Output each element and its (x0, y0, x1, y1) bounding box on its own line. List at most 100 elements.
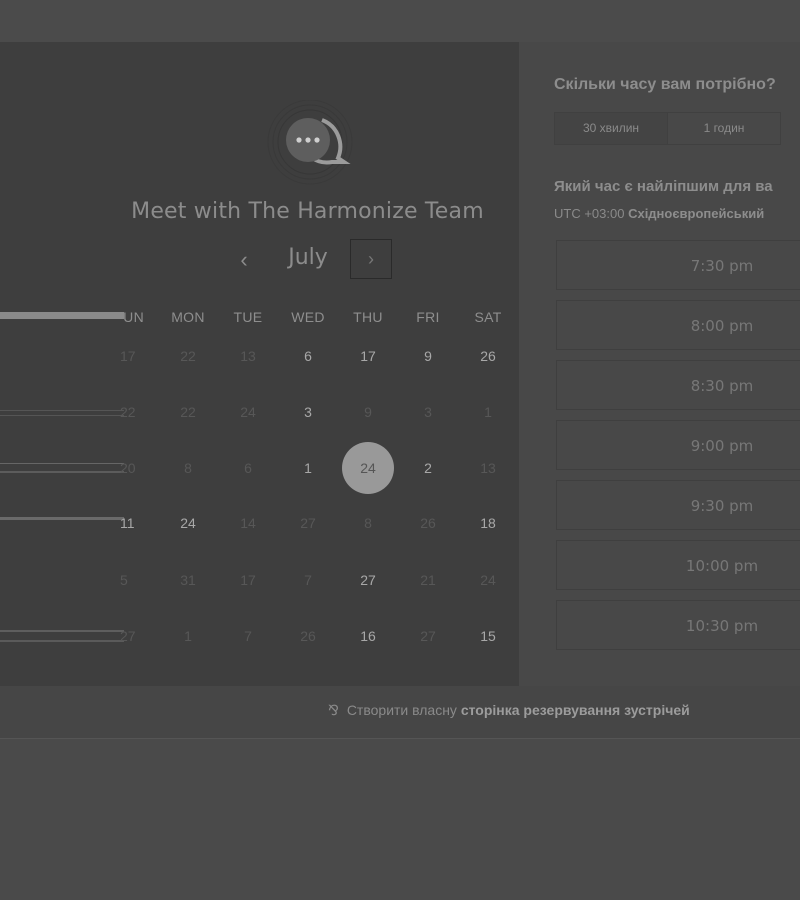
calendar-day-number: 22 (180, 348, 196, 364)
calendar-day-number: 21 (420, 572, 436, 588)
month-label: July (288, 245, 328, 270)
calendar-day: 5 (98, 552, 158, 608)
calendar-day-number: 22 (120, 404, 136, 420)
link-bold: сторінка резервування зустрічей (460, 702, 690, 718)
calendar-day-number: 7 (304, 572, 312, 588)
calendar-day[interactable]: 6 (278, 328, 338, 384)
chat-bubble-dots-icon (267, 100, 353, 185)
calendar-day: 9 (338, 384, 398, 440)
calendar-day[interactable]: 24 (158, 495, 218, 551)
calendar-day-number: 27 (300, 515, 316, 531)
calendar-day: 22 (158, 384, 218, 440)
calendar-day: 22 (158, 328, 218, 384)
calendar-day-selected[interactable]: 24 (338, 440, 398, 496)
calendar-day[interactable]: 1 (278, 440, 338, 496)
calendar-day-number: 27 (120, 628, 136, 644)
duration-option-30min[interactable]: 30 хвилин (555, 113, 668, 144)
calendar-day-number: 6 (304, 348, 312, 364)
time-slot-button[interactable]: 8:30 pm (556, 360, 800, 410)
weekday-header: UN MON TUE WED THU FRI SAT (98, 309, 518, 329)
time-slot-label: 9:00 pm (690, 437, 754, 455)
calendar-day: 17 (98, 328, 158, 384)
time-slot-button[interactable]: 8:00 pm (556, 300, 800, 350)
calendar-day[interactable]: 9 (398, 328, 458, 384)
calendar-day-number: 6 (244, 460, 252, 476)
calendar-day-number: 17 (360, 348, 376, 364)
time-slot-button[interactable]: 9:00 pm (556, 420, 800, 470)
calendar-day-number: 24 (342, 442, 394, 494)
calendar-day-number: 9 (364, 404, 372, 420)
calendar-day: 27 (278, 495, 338, 551)
calendar-day: 13 (218, 328, 278, 384)
calendar-day[interactable]: 2 (398, 440, 458, 496)
calendar-day[interactable]: 17 (338, 328, 398, 384)
calendar-day: 8 (158, 440, 218, 496)
calendar-day: 3 (398, 384, 458, 440)
weekday-label: SAT (474, 309, 502, 325)
calendar-day[interactable]: 26 (458, 328, 518, 384)
calendar-day: 7 (278, 552, 338, 608)
time-slot-button[interactable]: 7:30 pm (556, 240, 800, 290)
calendar-day-number: 13 (240, 348, 256, 364)
calendar-day: 24 (218, 384, 278, 440)
weekday-label: UN (123, 309, 144, 325)
calendar-day[interactable]: 18 (458, 495, 518, 551)
time-slot-label: 10:00 pm (685, 557, 759, 575)
calendar-day-number: 5 (120, 572, 128, 588)
calendar-day[interactable]: 11 (98, 495, 158, 551)
next-month-button[interactable]: › (350, 239, 392, 279)
calendar-day: 6 (218, 440, 278, 496)
duration-question: Скільки часу вам потрібно? (554, 76, 776, 93)
duration-selector: 30 хвилин 1 годин (554, 112, 781, 145)
calendar-day-number: 11 (120, 515, 135, 531)
top-strip (0, 0, 800, 42)
prev-month-button[interactable]: ‹ (224, 245, 264, 275)
calendar-day: 27 (98, 608, 158, 664)
timezone-label[interactable]: UTC +03:00 Східноєвропейський (554, 206, 764, 221)
calendar-day-number: 3 (424, 404, 432, 420)
calendar-day: 8 (338, 495, 398, 551)
calendar-day-number: 26 (420, 515, 436, 531)
calendar-day[interactable]: 16 (338, 608, 398, 664)
create-booking-page-link[interactable]: ⅋ Створити власну сторінка резервування … (328, 702, 690, 719)
calendar-day-number: 1 (184, 628, 192, 644)
time-slot-label: 7:30 pm (690, 257, 754, 275)
calendar-grid: 17 22 13 6 17 9 26 22 22 24 3 9 3 1 20 8 6 1 24 2 13 11 24 14 27… (98, 328, 518, 678)
calendar-day: 20 (98, 440, 158, 496)
calendar-day-number: 18 (480, 515, 496, 531)
calendar-day-number: 3 (304, 404, 312, 420)
calendar-day-number: 22 (180, 404, 196, 420)
calendar-day: 26 (278, 608, 338, 664)
calendar-day-number: 27 (360, 572, 376, 588)
month-navigation: ‹ July › (224, 239, 396, 281)
calendar-day-number: 16 (360, 628, 376, 644)
time-slot-button[interactable]: 10:00 pm (556, 540, 800, 590)
calendar-day: 7 (218, 608, 278, 664)
calendar-day: 22 (98, 384, 158, 440)
time-slot-label: 8:00 pm (690, 317, 754, 335)
time-slot-label: 10:30 pm (685, 617, 759, 635)
time-slot-button[interactable]: 9:30 pm (556, 480, 800, 530)
timezone-name: Східноєвропейський (628, 206, 765, 221)
calendar-day-number: 24 (480, 572, 496, 588)
calendar-day-number: 27 (420, 628, 436, 644)
calendar-day-number: 1 (484, 404, 492, 420)
calendar-day[interactable]: 15 (458, 608, 518, 664)
time-slot-label: 9:30 pm (690, 497, 754, 515)
time-slot-label: 8:30 pm (690, 377, 754, 395)
weekday-label: MON (171, 309, 205, 325)
booking-panel: Скільки часу вам потрібно? 30 хвилин 1 г… (519, 42, 800, 686)
calendar-day-number: 8 (364, 515, 372, 531)
calendar-day-number: 9 (424, 348, 432, 364)
calendar-day-number: 17 (120, 348, 136, 364)
calendar-panel: Meet with The Harmonize Team ‹ July › UN… (0, 42, 519, 686)
calendar-day-number: 20 (120, 460, 136, 476)
calendar-day-number: 7 (244, 628, 252, 644)
calendar-day[interactable]: 3 (278, 384, 338, 440)
duration-option-1h[interactable]: 1 годин (668, 113, 780, 144)
page-title: Meet with The Harmonize Team (131, 199, 484, 224)
calendar-day-number: 15 (480, 628, 496, 644)
time-slot-button[interactable]: 10:30 pm (556, 600, 800, 650)
calendar-day-number: 1 (304, 460, 312, 476)
calendar-day[interactable]: 27 (338, 552, 398, 608)
